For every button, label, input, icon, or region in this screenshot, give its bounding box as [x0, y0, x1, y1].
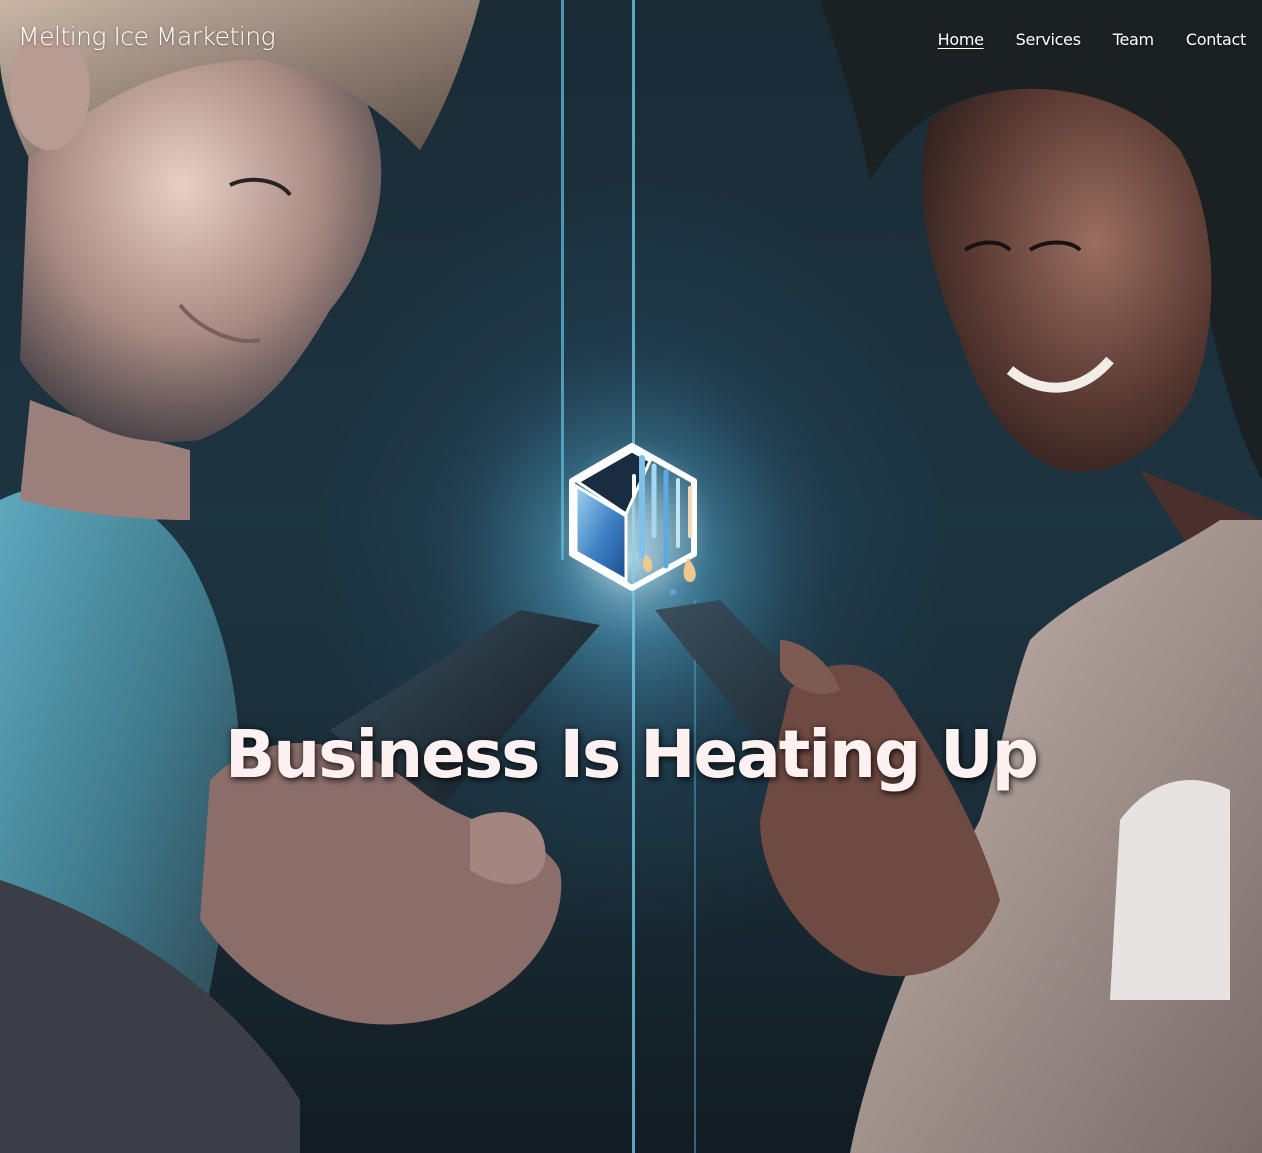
melting-ice-cube-icon [554, 436, 714, 606]
main-nav: Home Services Team Contact [938, 30, 1247, 49]
nav-link-team[interactable]: Team [1113, 30, 1154, 49]
brand-logo-text[interactable]: Melting Ice Marketing [18, 22, 276, 51]
nav-link-services[interactable]: Services [1016, 30, 1081, 49]
hero-headline: Business Is Heating Up [224, 716, 1039, 793]
top-navbar: Melting Ice Marketing Home Services Team… [0, 0, 1262, 82]
nav-link-home[interactable]: Home [938, 30, 984, 49]
nav-link-contact[interactable]: Contact [1186, 30, 1246, 49]
